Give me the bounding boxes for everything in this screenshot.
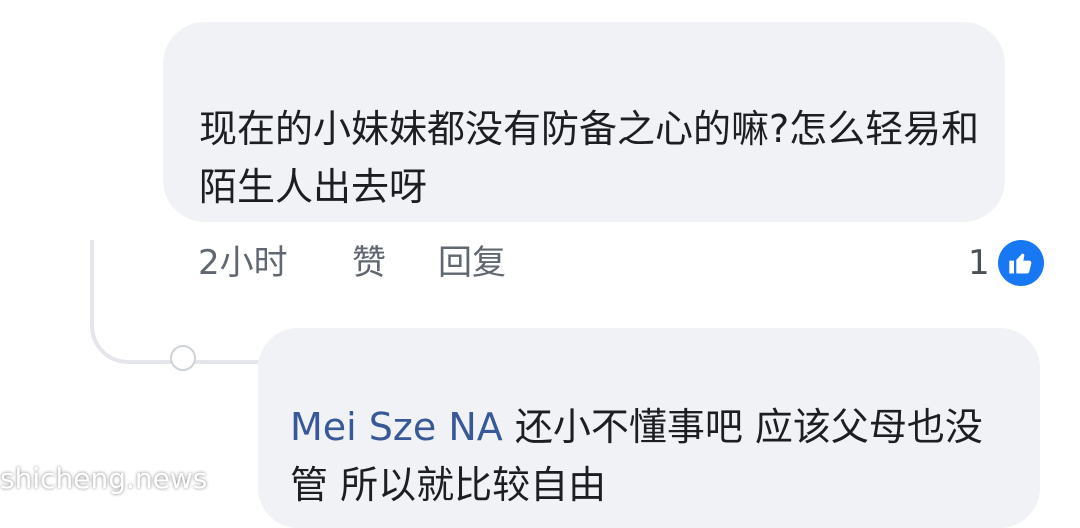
reply-author-link[interactable]: Mei Sze NA [290,405,503,449]
reply-text-block: Mei Sze NA 还小不懂事吧 应该父母也没管 所以就比较自由 [290,398,1010,514]
avatar[interactable] [170,345,196,371]
thumbs-up-icon[interactable] [998,240,1044,286]
comment-bubble: 现在的小妹妹都没有防备之心的嘛?怎么轻易和陌生人出去呀 [163,22,1005,222]
like-button[interactable]: 赞 [352,238,386,288]
thumbs-up-glyph [1009,253,1032,274]
comment-text: 现在的小妹妹都没有防备之心的嘛?怎么轻易和陌生人出去呀 [199,107,980,209]
comment-actions: 2小时 赞 回复 1 [198,238,1048,288]
reaction-count[interactable]: 1 [968,238,990,288]
watermark: shicheng.news [0,462,208,495]
reply-bubble: Mei Sze NA 还小不懂事吧 应该父母也没管 所以就比较自由 [258,328,1040,528]
reply-button[interactable]: 回复 [438,238,506,288]
